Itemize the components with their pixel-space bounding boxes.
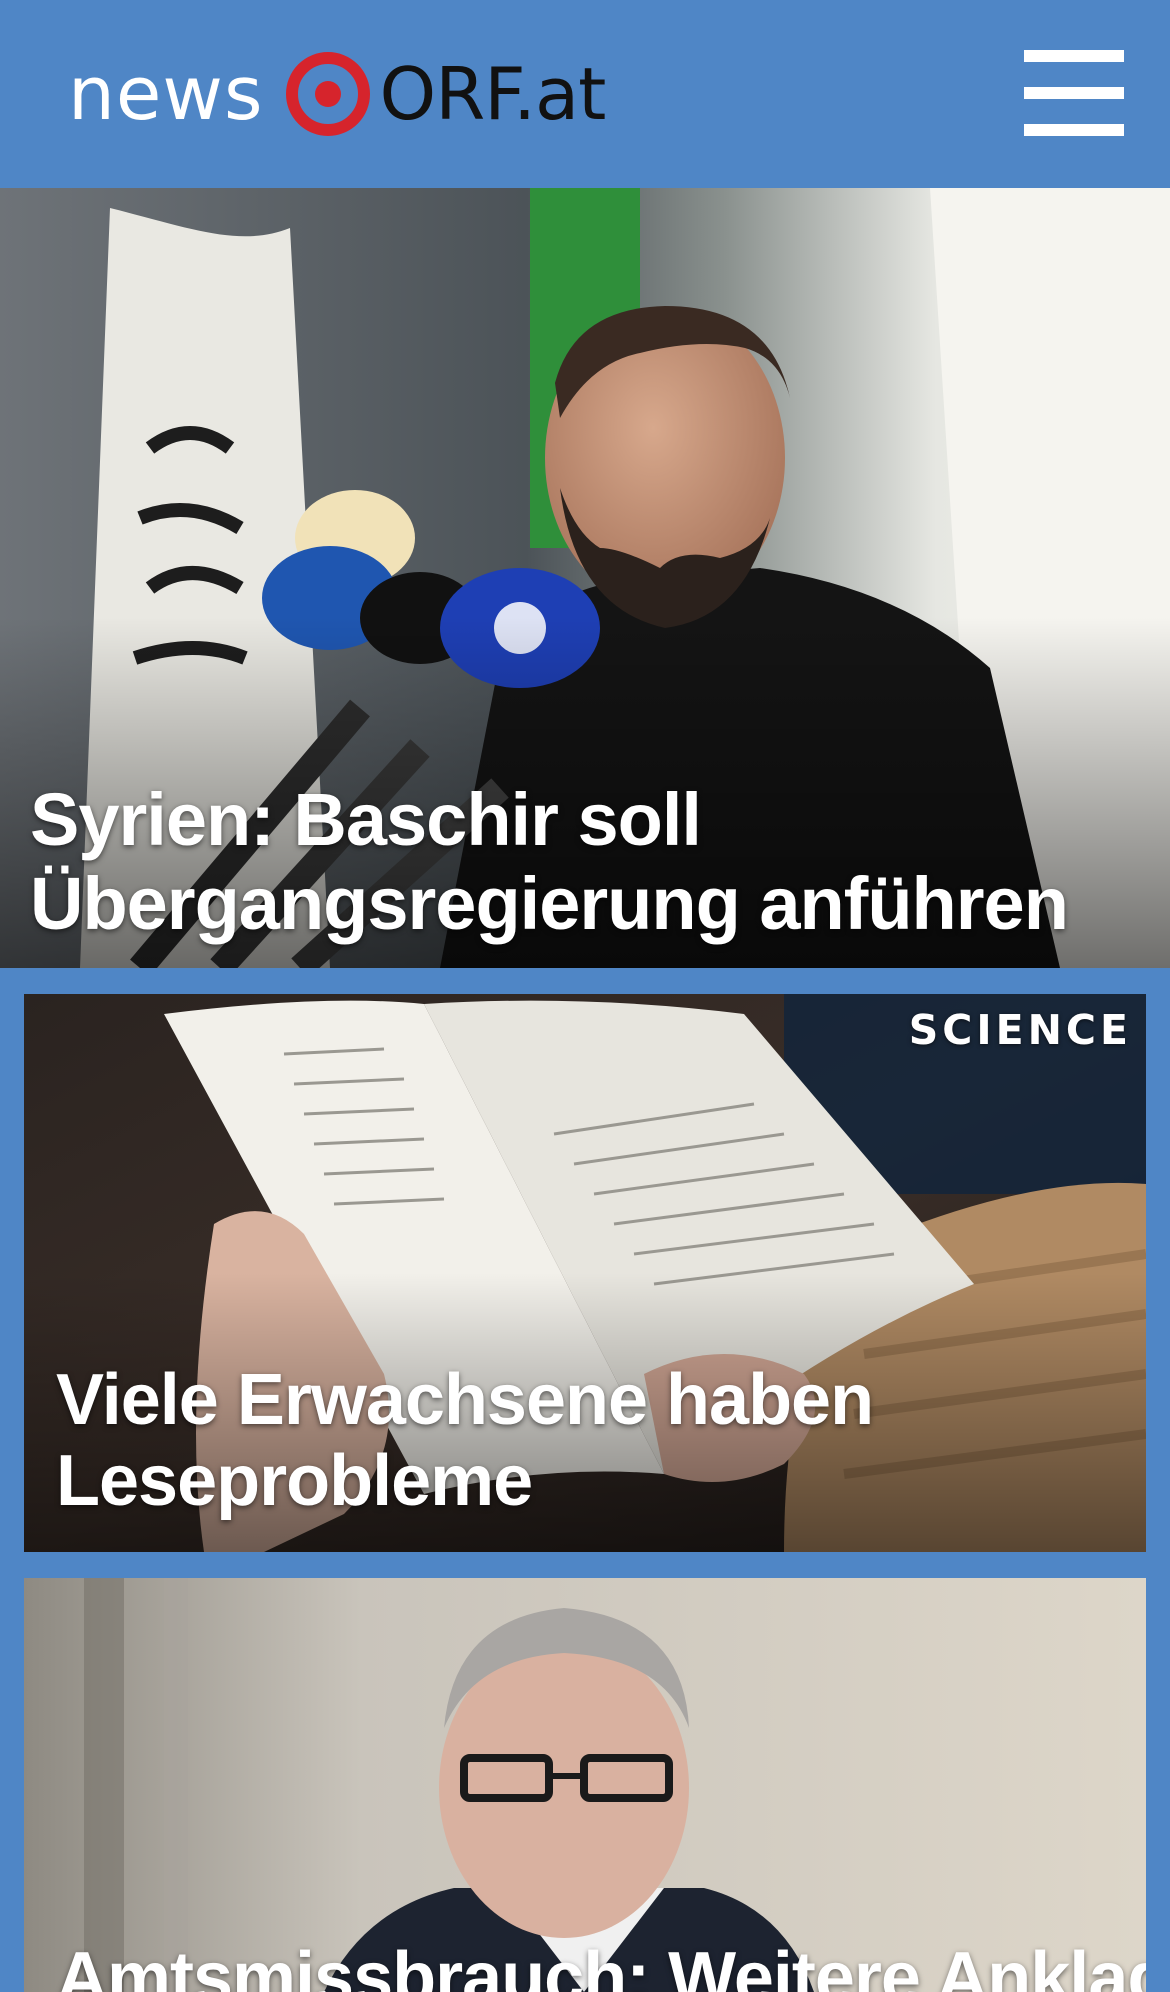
court-headline: Amtsmissbrauch: Weitere Anklage — [56, 1938, 1146, 1992]
logo-brand-text: ORF.at — [379, 52, 607, 136]
category-tag: SCIENCE — [908, 1006, 1132, 1054]
article-teaser-hero[interactable]: Syrien: Baschir soll Übergangsregierung … — [0, 188, 1170, 968]
man-with-glasses-portrait-photo — [24, 1578, 1146, 1992]
orf-target-logo-icon — [285, 52, 370, 136]
logo-news-text: news — [68, 51, 264, 137]
article-teaser-court[interactable]: Amtsmissbrauch: Weitere Anklage — [24, 1578, 1146, 1992]
news-orf-logo[interactable]: news ORF.at — [68, 48, 607, 140]
article-teaser-science[interactable]: SCIENCE Viele Erwachsene haben Leseprobl… — [24, 994, 1146, 1552]
top-navigation-bar: news ORF.at — [0, 0, 1170, 188]
science-headline: Viele Erwachsene haben Leseprobleme — [56, 1360, 874, 1522]
hamburger-menu-icon[interactable] — [1024, 50, 1124, 136]
hero-headline: Syrien: Baschir soll Übergangsregierung … — [30, 778, 1069, 945]
